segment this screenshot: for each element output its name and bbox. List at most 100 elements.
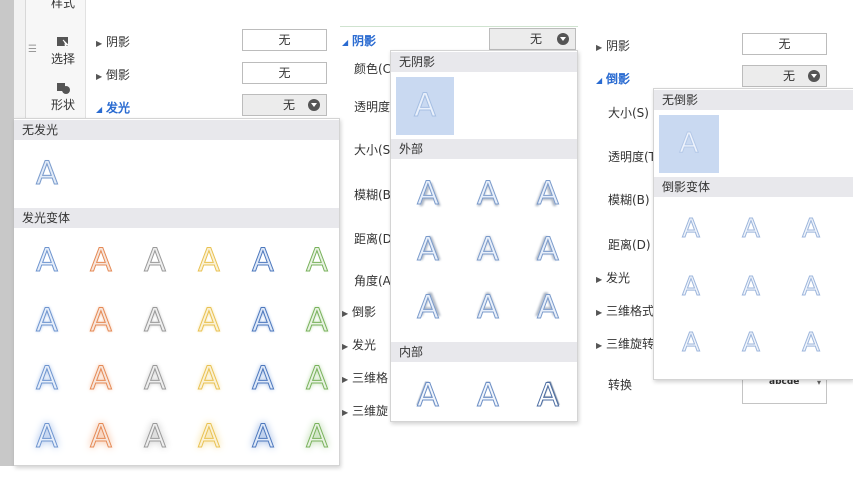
glow-variant[interactable]: A — [252, 359, 275, 398]
glow-variant[interactable]: A — [90, 241, 113, 280]
glow-variant[interactable]: A — [306, 417, 329, 456]
left-edge-strip — [0, 0, 14, 466]
inner-shadow-header: 内部 — [391, 342, 577, 362]
shape-icon — [56, 82, 70, 94]
shadow-option-none[interactable]: A — [396, 77, 454, 135]
left-glow-row[interactable]: ◢ 发光 — [96, 99, 130, 116]
reflection-variant[interactable]: A — [682, 328, 701, 359]
right-shadow-row[interactable]: ▶ 阴影 — [596, 37, 630, 54]
outer-shadow-variant[interactable]: A — [477, 174, 500, 213]
inner-shadow-variant[interactable]: A — [417, 376, 440, 415]
reflection-variant[interactable]: A — [802, 328, 821, 359]
right-shadow-value[interactable]: 无 — [742, 33, 827, 55]
outer-shadow-variant[interactable]: A — [477, 288, 500, 327]
glow-variant[interactable]: A — [198, 417, 221, 456]
glow-variant[interactable]: A — [90, 301, 113, 340]
right-reflection-dropdown[interactable]: 无 — [742, 65, 827, 87]
rail-item-style[interactable]: 样式 — [40, 0, 86, 11]
glow-variant[interactable]: A — [306, 359, 329, 398]
glow-variant[interactable]: A — [306, 241, 329, 280]
dropdown-arrow-icon[interactable] — [808, 70, 820, 82]
mid-shadow-value: 无 — [530, 32, 543, 46]
reflection-variant[interactable]: A — [742, 272, 761, 303]
glow-variant[interactable]: A — [90, 417, 113, 456]
right-3dformat-row[interactable]: ▶ 三维格式 — [596, 302, 653, 319]
mid-transparency-label: 透明度 — [354, 100, 390, 114]
reflection-variant[interactable]: A — [682, 272, 701, 303]
glow-variant[interactable]: A — [198, 359, 221, 398]
mid-3dformat-row[interactable]: ▶ 三维格 — [342, 369, 390, 386]
rail-item-select[interactable]: 选择 — [40, 36, 86, 67]
reflection-variant[interactable]: A — [802, 214, 821, 245]
reflection-variant[interactable]: A — [742, 328, 761, 359]
glow-variant[interactable]: A — [36, 241, 59, 280]
left-reflection-row[interactable]: ▶ 倒影 — [96, 66, 130, 83]
outer-shadow-variant[interactable]: A — [417, 174, 440, 213]
glow-variant[interactable]: A — [252, 301, 275, 340]
left-glow-dropdown[interactable]: 无 — [242, 94, 327, 116]
outer-shadow-variant[interactable]: A — [417, 230, 440, 269]
glow-option-none[interactable]: A — [18, 145, 76, 203]
mid-reflection-row[interactable]: ▶ 倒影 — [342, 303, 376, 320]
glow-variant[interactable]: A — [144, 417, 167, 456]
reflection-variant[interactable]: A — [682, 214, 701, 245]
outer-shadow-variant[interactable]: A — [537, 174, 560, 213]
left-shadow-row[interactable]: ▶ 阴影 — [96, 33, 130, 50]
mid-3drotate-row[interactable]: ▶ 三维旋 — [342, 402, 390, 419]
dropdown-arrow-icon[interactable] — [308, 99, 320, 111]
inner-shadow-variant[interactable]: A — [477, 376, 500, 415]
rail-item-style-label: 样式 — [50, 0, 75, 10]
collapse-arrow-icon: ▶ — [342, 342, 349, 351]
glow-variant[interactable]: A — [36, 359, 59, 398]
outer-shadow-variant[interactable]: A — [417, 288, 440, 327]
outer-shadow-variant[interactable]: A — [477, 230, 500, 269]
collapse-arrow-icon: ▶ — [596, 275, 603, 284]
inner-shadow-variant[interactable]: A — [537, 376, 560, 415]
left-edge-strip-inner — [14, 0, 26, 118]
reflection-variant[interactable]: A — [802, 272, 821, 303]
mid-glow-row[interactable]: ▶ 发光 — [342, 336, 376, 353]
glow-variant[interactable]: A — [252, 417, 275, 456]
glow-variant[interactable]: A — [144, 359, 167, 398]
reflection-panel: 无倒影 A 倒影变体 A A A A A A A A A — [653, 88, 853, 380]
mid-shadow-dropdown[interactable]: 无 — [489, 28, 576, 50]
collapse-arrow-icon: ▶ — [596, 308, 603, 317]
glow-variant[interactable]: A — [306, 301, 329, 340]
right-reflection-value: 无 — [783, 69, 796, 83]
glow-variant[interactable]: A — [144, 301, 167, 340]
shadow-panel: 无阴影 A 外部 A A A A A A A A A 内部 A A A — [390, 50, 578, 422]
glow-variant[interactable]: A — [36, 417, 59, 456]
outer-shadow-header: 外部 — [391, 139, 577, 159]
right-reflection-row[interactable]: ◢ 倒影 — [596, 70, 630, 87]
left-reflection-value[interactable]: 无 — [242, 62, 327, 84]
glow-variant[interactable]: A — [252, 241, 275, 280]
right-3dformat-label: 三维格式 — [606, 304, 653, 318]
left-shadow-value[interactable]: 无 — [242, 29, 327, 51]
glow-variant[interactable]: A — [198, 301, 221, 340]
right-glow-row[interactable]: ▶ 发光 — [596, 269, 630, 286]
rail-item-shape-label: 形状 — [50, 98, 75, 112]
grip-icon: ☰ — [28, 44, 37, 55]
outer-shadow-variant[interactable]: A — [537, 230, 560, 269]
mid-shadow-row[interactable]: ◢ 阴影 — [342, 32, 376, 49]
glow-variants-grid: A A A A A A A A A A A A A A A A A A A A … — [14, 232, 340, 466]
dropdown-arrow-icon[interactable] — [557, 33, 569, 45]
right-3drotate-row[interactable]: ▶ 三维旋转 — [596, 335, 653, 352]
glow-preview-glyph: A — [36, 154, 59, 193]
glow-variant[interactable]: A — [90, 359, 113, 398]
mid-distance-label: 距离(D — [354, 232, 390, 246]
rail-item-shape[interactable]: 形状 — [40, 82, 86, 113]
collapse-arrow-icon: ▶ — [596, 43, 603, 52]
collapse-arrow-icon: ▶ — [96, 72, 103, 81]
mid-3dformat-label: 三维格 — [352, 371, 389, 385]
reflection-variant[interactable]: A — [742, 214, 761, 245]
no-reflection-header: 无倒影 — [654, 90, 853, 110]
glow-variant[interactable]: A — [198, 241, 221, 280]
glow-variant[interactable]: A — [36, 301, 59, 340]
reflection-option-none[interactable]: A — [659, 115, 719, 173]
collapse-arrow-icon: ▶ — [342, 375, 349, 384]
outer-shadow-variant[interactable]: A — [537, 288, 560, 327]
glow-variant[interactable]: A — [144, 241, 167, 280]
right-shadow-label: 阴影 — [606, 39, 631, 53]
no-shadow-header: 无阴影 — [391, 52, 577, 72]
